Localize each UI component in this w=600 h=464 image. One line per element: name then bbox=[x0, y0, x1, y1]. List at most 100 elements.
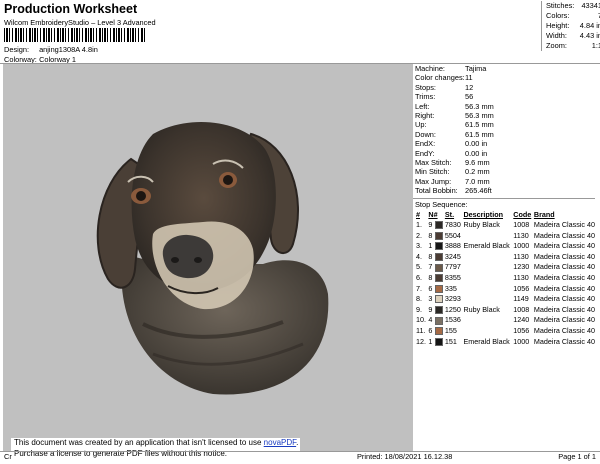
info-value: 56.3 mm bbox=[465, 101, 494, 111]
stop-number: 8. bbox=[416, 294, 422, 304]
col-header-stitches: St. bbox=[444, 210, 455, 220]
novapdf-link[interactable]: novaPDF bbox=[264, 438, 296, 447]
stop-number: 3. bbox=[416, 241, 422, 251]
section-divider bbox=[413, 197, 595, 199]
info-value: 0.2 mm bbox=[465, 167, 490, 177]
thread-brand: Madeira Classic 40 bbox=[533, 230, 595, 240]
design-row: Design: anjing1308A 4.8in bbox=[4, 45, 98, 54]
thread-color-swatch bbox=[434, 242, 443, 251]
info-label: Left: bbox=[415, 101, 430, 111]
thread-brand: Madeira Classic 40 bbox=[533, 315, 595, 325]
thread-code: 1008 bbox=[513, 304, 530, 314]
summary-label: Zoom: bbox=[546, 41, 567, 50]
thread-code: 1000 bbox=[513, 336, 530, 346]
info-label: Machine: bbox=[415, 64, 445, 73]
thread-code: 1008 bbox=[513, 220, 530, 230]
thread-brand: Madeira Classic 40 bbox=[533, 294, 595, 304]
table-header-row: # N# St. Description Code Brand bbox=[415, 210, 598, 219]
table-row: 5. 7 7797 1230 Madeira Classic 40 bbox=[415, 262, 598, 273]
thread-brand: Madeira Classic 40 bbox=[533, 336, 595, 346]
notice-text: This document was created by an applicat… bbox=[14, 438, 264, 447]
info-value: 12 bbox=[465, 82, 474, 92]
summary-label: Colors: bbox=[546, 11, 570, 20]
thread-code: 1056 bbox=[513, 326, 530, 336]
stop-number: 12. bbox=[416, 336, 426, 346]
thread-code: 1056 bbox=[513, 283, 530, 293]
dog-embroidery-image bbox=[96, 122, 329, 395]
color-swatch bbox=[434, 283, 444, 294]
stop-number: 4. bbox=[416, 251, 422, 261]
thread-description: Emerald Black bbox=[463, 241, 510, 251]
footer-divider bbox=[0, 451, 600, 452]
info-value: 61.5 mm bbox=[465, 129, 494, 139]
info-value: 56.3 mm bbox=[465, 111, 494, 121]
col-header-needle: N# bbox=[428, 210, 438, 220]
stitch-count: 7797 bbox=[444, 262, 461, 272]
info-label: Stops: bbox=[415, 82, 436, 92]
info-value: Tajima bbox=[465, 64, 487, 73]
stop-number: 6. bbox=[416, 273, 422, 283]
stitch-count: 3888 bbox=[444, 241, 461, 251]
table-row: 1. 9 7830 Ruby Black 1008 Madeira Classic 40 bbox=[415, 220, 598, 231]
table-row: 8. 3 3293 1149 Madeira Classic 40 bbox=[415, 294, 598, 305]
thread-color-swatch bbox=[434, 327, 443, 336]
info-label: Color changes: bbox=[415, 73, 465, 83]
stitch-count: 5504 bbox=[444, 230, 461, 240]
stop-sequence-table: # N# St. Description Code Brand 1. 9 7830 R… bbox=[415, 210, 598, 347]
thread-color-swatch bbox=[434, 263, 443, 272]
thread-brand: Madeira Classic 40 bbox=[533, 241, 595, 251]
thread-description bbox=[462, 272, 512, 283]
stitch-count: 155 bbox=[444, 326, 457, 336]
info-label: EndX: bbox=[415, 139, 436, 149]
thread-code: 1230 bbox=[513, 262, 530, 272]
summary-label: Height: bbox=[546, 21, 570, 30]
info-value: 0.00 in bbox=[465, 148, 488, 158]
summary-value: 4.84 in bbox=[579, 21, 600, 30]
thread-color-swatch bbox=[434, 295, 443, 304]
stitch-count: 1536 bbox=[444, 315, 461, 325]
thread-code: 1130 bbox=[513, 273, 529, 283]
color-swatch bbox=[434, 325, 444, 336]
info-label: Max Jump: bbox=[415, 176, 452, 186]
stop-sequence-label: Stop Sequence: bbox=[415, 199, 468, 209]
table-row: 3. 1 3888 Emerald Black 1000 Madeira Classic … bbox=[415, 241, 598, 252]
info-value: 265.46ft bbox=[465, 186, 492, 196]
info-value: 56 bbox=[465, 92, 474, 102]
barcode bbox=[4, 28, 145, 42]
thread-description: Ruby Black bbox=[463, 220, 500, 230]
design-preview bbox=[3, 64, 413, 452]
thread-description bbox=[462, 294, 512, 305]
thread-description: Ruby Black bbox=[463, 304, 500, 314]
thread-brand: Madeira Classic 40 bbox=[533, 262, 595, 272]
summary-label: Width: bbox=[546, 31, 567, 40]
table-row: 9. 9 1250 Ruby Black 1008 Madeira Classic 40 bbox=[415, 304, 598, 315]
thread-brand: Madeira Classic 40 bbox=[533, 304, 595, 314]
thread-description bbox=[462, 230, 512, 241]
thread-color-swatch bbox=[434, 305, 443, 314]
color-swatch bbox=[434, 272, 444, 283]
stop-number: 9. bbox=[416, 304, 422, 314]
color-swatch bbox=[434, 315, 444, 326]
stop-number: 2. bbox=[416, 230, 422, 240]
table-row: 11. 6 155 1056 Madeira Classic 40 bbox=[415, 325, 598, 336]
color-swatch bbox=[434, 336, 444, 347]
stitch-count: 8355 bbox=[444, 273, 461, 283]
thread-color-swatch bbox=[434, 284, 443, 293]
printed-timestamp: Printed: 18/08/2021 16.12.38 bbox=[357, 452, 453, 461]
thread-code: 1000 bbox=[513, 241, 530, 251]
summary-label: Stitches: bbox=[546, 1, 575, 10]
thread-brand: Madeira Classic 40 bbox=[533, 273, 595, 283]
info-label: Total Bobbin: bbox=[415, 186, 458, 196]
stitch-count: 7830 bbox=[444, 220, 461, 230]
thread-code: 1130 bbox=[513, 251, 529, 261]
thread-brand: Madeira Classic 40 bbox=[533, 251, 595, 261]
info-label: Up: bbox=[415, 120, 427, 130]
col-header-description: Description bbox=[463, 210, 503, 220]
table-row: 4. 8 3245 1130 Madeira Classic 40 bbox=[415, 251, 598, 262]
thread-description: Emerald Black bbox=[463, 336, 510, 346]
thread-color-swatch bbox=[434, 221, 443, 230]
stitch-count: 3245 bbox=[444, 251, 461, 261]
thread-color-swatch bbox=[434, 274, 443, 283]
color-swatch bbox=[434, 251, 444, 262]
color-swatch bbox=[434, 230, 444, 241]
